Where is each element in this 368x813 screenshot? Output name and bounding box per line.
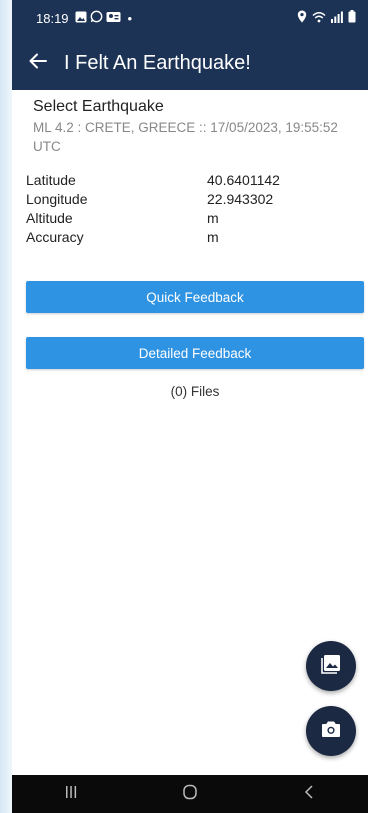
location-row-longitude: Longitude 22.943302 <box>26 191 326 210</box>
nav-home-button[interactable] <box>160 775 220 813</box>
location-row-accuracy: Accuracy m <box>26 229 326 248</box>
back-button[interactable] <box>12 36 64 90</box>
longitude-value: 22.943302 <box>207 191 274 207</box>
status-dot: • <box>127 10 133 26</box>
arrow-left-icon <box>29 53 47 74</box>
signal-icon <box>331 11 343 26</box>
longitude-label: Longitude <box>26 191 88 207</box>
whatsapp-icon <box>90 10 103 26</box>
system-nav-bar <box>12 775 368 813</box>
latitude-value: 40.6401142 <box>207 172 280 188</box>
contact-icon <box>106 11 121 26</box>
location-icon <box>297 10 307 26</box>
latitude-label: Latitude <box>26 172 76 188</box>
gallery-fab-button[interactable] <box>306 641 356 691</box>
battery-icon <box>348 10 356 26</box>
camera-fab-button[interactable] <box>306 706 356 756</box>
back-icon <box>304 784 314 805</box>
status-bar: 18:19 • <box>12 0 368 36</box>
nav-recents-button[interactable] <box>41 775 101 813</box>
phone-screen: 18:19 • I Felt An Earthquake! Select Ear… <box>12 0 368 813</box>
status-time: 18:19 <box>36 10 69 26</box>
camera-icon <box>321 720 341 743</box>
quick-feedback-button[interactable]: Quick Feedback <box>26 281 364 313</box>
location-row-latitude: Latitude 40.6401142 <box>26 172 326 191</box>
page-title: I Felt An Earthquake! <box>64 51 251 74</box>
status-system-icons <box>297 10 356 26</box>
location-info: Latitude 40.6401142 Longitude 22.943302 … <box>26 172 326 248</box>
select-earthquake-label: Select Earthquake <box>33 98 164 115</box>
wifi-icon <box>312 11 326 26</box>
app-bar: I Felt An Earthquake! <box>12 36 368 90</box>
location-row-altitude: Altitude m <box>26 210 326 229</box>
files-count: (0) Files <box>170 384 220 399</box>
selected-earthquake-value: ML 4.2 : CRETE, GREECE :: 17/05/2023, 19… <box>33 120 338 154</box>
select-earthquake-field[interactable]: Select Earthquake ML 4.2 : CRETE, GREECE… <box>33 98 363 156</box>
status-notification-icons: • <box>75 10 133 26</box>
detailed-feedback-button[interactable]: Detailed Feedback <box>26 337 364 369</box>
accuracy-label: Accuracy <box>26 229 84 245</box>
altitude-value: m <box>207 210 219 226</box>
nav-back-button[interactable] <box>279 775 339 813</box>
home-icon <box>182 784 198 805</box>
altitude-label: Altitude <box>26 210 73 226</box>
recents-icon <box>64 785 78 804</box>
accuracy-value: m <box>207 229 219 245</box>
image-icon <box>321 654 341 679</box>
image-icon <box>75 11 87 26</box>
